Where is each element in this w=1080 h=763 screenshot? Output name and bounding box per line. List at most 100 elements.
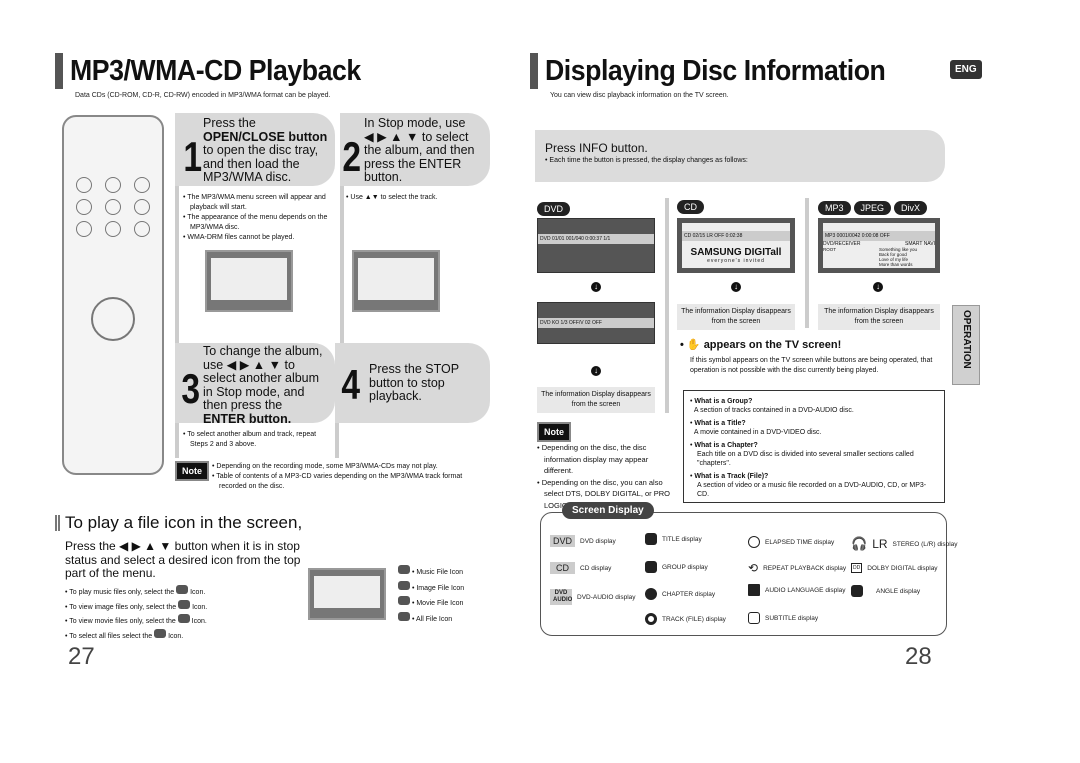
info-disappears: The information Display disappears from …	[537, 387, 655, 413]
track-item: More than words	[879, 262, 913, 267]
glossary-term: What is a Chapter?	[694, 442, 758, 449]
dvd-osd-screen-2: DVD KO 1/3 OFF/V 02 OFF	[537, 302, 655, 344]
osd-text: CD 02/15 LR OFF 0:02:38	[682, 231, 790, 241]
glossary-definition: A section of video or a music file recor…	[697, 482, 927, 498]
dvd-audio-badge: DVD AUDIO	[550, 589, 572, 605]
step-text: and then load the	[203, 156, 300, 171]
dolby-icon: DD	[851, 563, 863, 573]
page-number: 27	[68, 643, 95, 670]
section-heading: To play a file icon in the screen,	[65, 513, 303, 532]
samsung-logo: SAMSUNG DIGITall	[690, 247, 782, 258]
legend-text: REPEAT PLAYBACK display	[763, 564, 847, 572]
subtitle-icon	[748, 612, 760, 624]
step-number: 1	[183, 133, 203, 180]
bullet-text: To select all files select the	[69, 632, 153, 640]
note-text: WMA-DRM files cannot be played.	[187, 234, 295, 241]
legend-text: Movie File Icon	[416, 600, 464, 607]
glossary-definition: A movie contained in a DVD-VIDEO disc.	[693, 429, 822, 436]
page-number: 28	[905, 643, 932, 670]
legend-text: TITLE display	[662, 535, 702, 543]
disc-type-pill: DVD	[537, 202, 571, 216]
legend-text: CD display	[580, 564, 612, 572]
file-menu-screenshot	[308, 568, 386, 620]
disc-type-pill: MP3	[818, 201, 851, 215]
hand-icon: ✋	[686, 339, 701, 351]
step-1-notes: • The MP3/WMA menu screen will appear an…	[183, 194, 328, 241]
info-bullet: Each time the button is pressed, the dis…	[549, 157, 748, 164]
step-text: press the ENTER	[364, 156, 462, 171]
step-4: 4 Press the STOP button to stop playback…	[335, 343, 490, 423]
section-intro: Press the ◀ ▶ ▲ ▼ button when it is in s…	[65, 539, 301, 580]
legend-text: DVD-AUDIO display	[577, 593, 636, 601]
step-text: OPEN/CLOSE button	[203, 129, 328, 144]
dvd-osd-screen: DVD 01/01 001/040 0:00:37 1/1	[537, 218, 655, 273]
glossary-definition: Each title on a DVD disc is divided into…	[697, 451, 914, 467]
legend-text: STEREO (L/R) display	[892, 540, 958, 548]
all-file-icon	[154, 628, 167, 638]
step-text: ENTER button.	[203, 411, 292, 426]
mp3-menu-screenshot	[205, 250, 293, 312]
hand-heading: • ✋ appears on the TV screen!	[680, 339, 842, 351]
info-disappears: The information Display disappears from …	[677, 304, 795, 330]
section-bar	[55, 515, 60, 531]
glossary-definition: A section of tracks contained in a DVD-A…	[693, 407, 854, 414]
legend-text: GROUP display	[662, 563, 708, 571]
legend-text: All File Icon	[415, 615, 453, 623]
bullet-text: Icon.	[190, 589, 206, 596]
title-bar	[530, 53, 538, 89]
mp3-labels: MP3 JPEG DivX	[818, 201, 928, 215]
glossary-term: What is a Track (File)?	[694, 473, 769, 480]
legend-text: ELAPSED TIME display	[765, 538, 835, 546]
step-2-notes: • Use ▲▼ to select the track.	[346, 194, 438, 201]
bullet-text: Icon.	[192, 603, 208, 611]
image-file-icon	[178, 599, 191, 609]
page-subtitle: You can view disc playback information o…	[550, 92, 729, 99]
legend-text: AUDIO LANGUAGE display	[765, 586, 846, 594]
divider	[665, 198, 669, 413]
step-text: to open the disc tray,	[203, 143, 319, 157]
note-badge: Note	[175, 461, 209, 481]
screen-display-legend	[540, 512, 947, 636]
language-badge: ENG	[950, 60, 982, 79]
bullet-text: To play music files only, select the	[69, 589, 175, 596]
image-file-icon	[398, 580, 410, 590]
step-text: Press the STOP	[369, 362, 460, 376]
hand-heading-text: appears on the TV screen!	[703, 339, 842, 351]
legend-text: DOLBY DIGITAL display	[867, 564, 938, 572]
dvd-badge: DVD	[550, 535, 576, 547]
cd-badge: CD	[550, 562, 575, 574]
movie-file-icon	[398, 596, 410, 605]
step-text: select another album	[203, 371, 320, 385]
root-folder: ROOT	[823, 247, 836, 252]
remote-control-image	[62, 115, 164, 475]
legend-text: CHAPTER display	[662, 590, 716, 598]
samsung-tagline: everyone's invited	[707, 258, 765, 264]
down-arrow-icon: ↓	[591, 366, 601, 376]
audio-language-icon	[748, 584, 760, 596]
angle-icon	[851, 585, 863, 597]
step-text: playback.	[369, 389, 422, 403]
note-text: Depending on the recording mode, some MP…	[216, 463, 438, 470]
note-text: Use ▲▼ to select the track.	[350, 194, 438, 201]
mp3-osd-screen: MP3 0001/0042 0:00:08 OFF DVD/RECEIVER SM…	[818, 218, 940, 273]
note-badge: Note	[537, 422, 571, 442]
divider	[805, 198, 809, 328]
disc-type-pill: JPEG	[853, 201, 892, 215]
step-1: 1 Press the OPEN/CLOSE button to open th…	[175, 113, 335, 186]
step-2: 2 In Stop mode, use ◀ ▶ ▲ ▼ to select th…	[340, 113, 490, 186]
bullet-text: To view movie files only, select the	[69, 618, 176, 625]
legend-text: DVD display	[580, 537, 616, 545]
note-text: To select another album and track, repea…	[187, 431, 317, 448]
all-file-icon	[398, 611, 410, 621]
operation-tab: OPERATION	[952, 305, 980, 385]
file-icon-legend: • Music File Icon • Image File Icon • Mo…	[398, 565, 464, 627]
bullet-text: Icon.	[168, 632, 184, 640]
note-text: Depending on the disc, the disc informat…	[541, 443, 649, 475]
down-arrow-icon: ↓	[873, 282, 883, 292]
step-text: In Stop mode, use	[364, 116, 466, 130]
lr-badge: LR	[872, 537, 888, 551]
osd-text: DVD KO 1/3 OFF/V 02 OFF	[538, 318, 654, 328]
legend-text: Image File Icon	[416, 584, 465, 592]
note-list: • Depending on the disc, the disc inform…	[537, 443, 671, 510]
step-text: Press the	[203, 116, 256, 130]
